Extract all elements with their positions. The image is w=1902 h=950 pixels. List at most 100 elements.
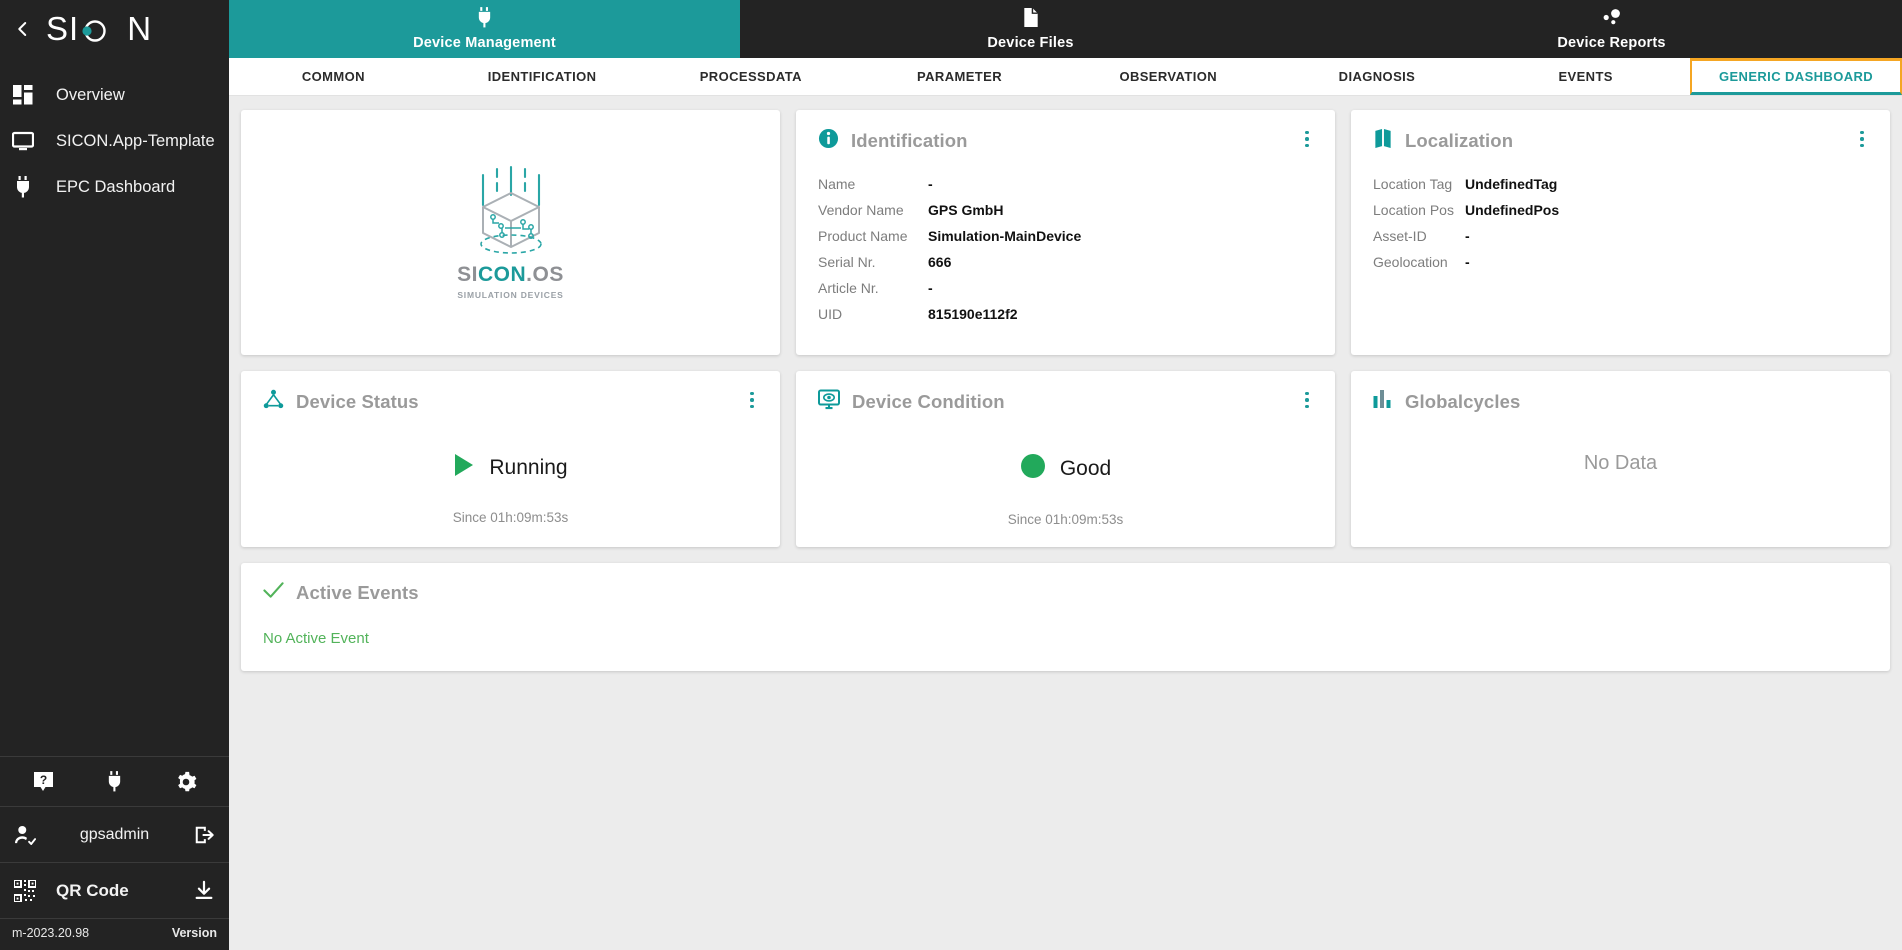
card-globalcycles: Globalcycles No Data <box>1351 371 1890 547</box>
card-device-status: Device Status Running Since 01h:09m:53s <box>241 371 780 547</box>
tab-label: Device Management <box>413 35 556 51</box>
sidebar-nav: Overview SICON.App-Template <box>0 72 229 210</box>
card-title: Device Status <box>296 391 419 413</box>
subtab-diagnosis[interactable]: DIAGNOSIS <box>1273 58 1482 95</box>
localization-kv-list: Location Tag UndefinedTag Location Pos U… <box>1373 176 1868 270</box>
subtab-identification[interactable]: IDENTIFICATION <box>438 58 647 95</box>
subtab-generic-dashboard[interactable]: GENERIC DASHBOARD <box>1690 58 1902 95</box>
info-circle-icon <box>818 128 839 154</box>
version-label: Version <box>172 926 217 940</box>
help-icon[interactable]: ? <box>24 762 64 802</box>
status-since: Since 01h:09m:53s <box>263 510 758 525</box>
kv-key: Article Nr. <box>818 280 928 296</box>
kv-value: - <box>928 280 1313 296</box>
kv-key: Name <box>818 176 928 192</box>
sidebar-item-label: Overview <box>56 86 125 105</box>
kv-value: GPS GmbH <box>928 202 1313 218</box>
monitor-eye-icon <box>818 389 840 415</box>
sidebar-item-epc-dashboard[interactable]: EPC Dashboard <box>0 164 229 210</box>
gear-icon[interactable] <box>166 762 206 802</box>
plug-icon <box>476 7 493 33</box>
card-identification: Identification Name - Vendor Name GPS Gm… <box>796 110 1335 355</box>
sicon-os-subtitle: SIMULATION DEVICES <box>457 290 563 300</box>
card-header: Identification <box>796 110 1335 154</box>
subtab-parameter[interactable]: PARAMETER <box>855 58 1064 95</box>
tab-device-files[interactable]: Device Files <box>740 0 1321 58</box>
sidebar-item-sicon-app-template[interactable]: SICON.App-Template <box>0 118 229 164</box>
condition-text: Good <box>1060 457 1111 481</box>
subtab-observation[interactable]: OBSERVATION <box>1064 58 1273 95</box>
plug-icon[interactable] <box>95 762 135 802</box>
share-nodes-icon <box>263 389 284 415</box>
qr-code-label: QR Code <box>38 881 191 901</box>
tab-device-management[interactable]: Device Management <box>229 0 740 58</box>
status-text: Running <box>489 456 567 480</box>
card-menu-button[interactable] <box>742 389 762 411</box>
kv-value: Simulation-MainDevice <box>928 228 1313 244</box>
kv-value: 666 <box>928 254 1313 270</box>
sidebar-item-overview[interactable]: Overview <box>0 72 229 118</box>
condition-since: Since 01h:09m:53s <box>818 512 1313 527</box>
subtab-processdata[interactable]: PROCESSDATA <box>646 58 855 95</box>
card-title: Localization <box>1405 130 1513 152</box>
sidebar-spacer <box>0 210 229 756</box>
card-body: No Data <box>1351 414 1890 541</box>
card-header: Localization <box>1351 110 1890 154</box>
tab-label: Device Files <box>987 35 1073 51</box>
dashboard-grid-row-1: SICON.OS SIMULATION DEVICES <box>241 110 1890 355</box>
card-menu-button[interactable] <box>1852 128 1872 150</box>
card-active-events: Active Events No Active Event <box>241 563 1890 671</box>
kv-key: Asset-ID <box>1373 228 1465 244</box>
user-check-icon <box>12 825 38 845</box>
dashboard-grid-row-3: Active Events No Active Event <box>241 563 1890 671</box>
monitor-icon <box>10 131 36 151</box>
app-root: SI N Overview <box>0 0 1902 950</box>
plug-icon <box>10 176 36 198</box>
device-status-value: Running <box>263 453 758 482</box>
bar-chart-icon <box>1373 389 1393 414</box>
chevron-left-icon[interactable] <box>10 16 36 42</box>
kv-key: Geolocation <box>1373 254 1465 270</box>
play-triangle-icon <box>453 453 475 482</box>
subtab-common[interactable]: COMMON <box>229 58 438 95</box>
sidebar-tool-row: ? <box>0 756 229 806</box>
card-title: Globalcycles <box>1405 391 1520 413</box>
tab-device-reports[interactable]: Device Reports <box>1321 0 1902 58</box>
tab-label: Device Reports <box>1557 35 1665 51</box>
sidebar-item-label: SICON.App-Template <box>56 132 215 151</box>
logout-icon[interactable] <box>191 824 217 846</box>
identification-kv-list: Name - Vendor Name GPS GmbH Product Name… <box>818 176 1313 322</box>
kv-key: Product Name <box>818 228 928 244</box>
wordmark-os: .OS <box>526 263 564 286</box>
kv-value: - <box>928 176 1313 192</box>
topbar: Device Management Device Files <box>229 0 1902 58</box>
subtab-bar: COMMON IDENTIFICATION PROCESSDATA PARAME… <box>229 58 1902 96</box>
logo-ring-icon <box>80 14 110 44</box>
card-menu-button[interactable] <box>1297 128 1317 150</box>
kv-value: 815190e112f2 <box>928 306 1313 322</box>
dashboard-grid-icon <box>10 85 36 105</box>
kv-value: - <box>1465 254 1868 270</box>
device-cube-illustration <box>461 165 559 261</box>
main-area: Device Management Device Files <box>229 0 1902 950</box>
card-title: Identification <box>851 130 968 152</box>
kv-key: Location Pos <box>1373 202 1465 218</box>
card-body: Running Since 01h:09m:53s <box>241 415 780 545</box>
card-menu-button[interactable] <box>1297 389 1317 411</box>
subtab-events[interactable]: EVENTS <box>1481 58 1690 95</box>
kv-key: UID <box>818 306 928 322</box>
logo-text-si: SI <box>46 10 79 48</box>
card-title: Active Events <box>296 582 419 604</box>
kv-key: Vendor Name <box>818 202 928 218</box>
card-device-condition: Device Condition Good Since 01h:09m:53s <box>796 371 1335 547</box>
download-icon[interactable] <box>191 880 217 902</box>
sicon-os-logo: SICON.OS SIMULATION DEVICES <box>457 165 564 300</box>
card-localization: Localization Location Tag UndefinedTag L… <box>1351 110 1890 355</box>
card-body: Good Since 01h:09m:53s <box>796 415 1335 547</box>
sidebar-qr-row[interactable]: QR Code <box>0 862 229 918</box>
device-condition-value: Good <box>818 453 1313 484</box>
card-header: Active Events <box>241 563 1890 604</box>
green-dot-icon <box>1020 453 1046 484</box>
version-value: m-2023.20.98 <box>12 926 89 940</box>
report-dots-icon <box>1602 8 1622 33</box>
